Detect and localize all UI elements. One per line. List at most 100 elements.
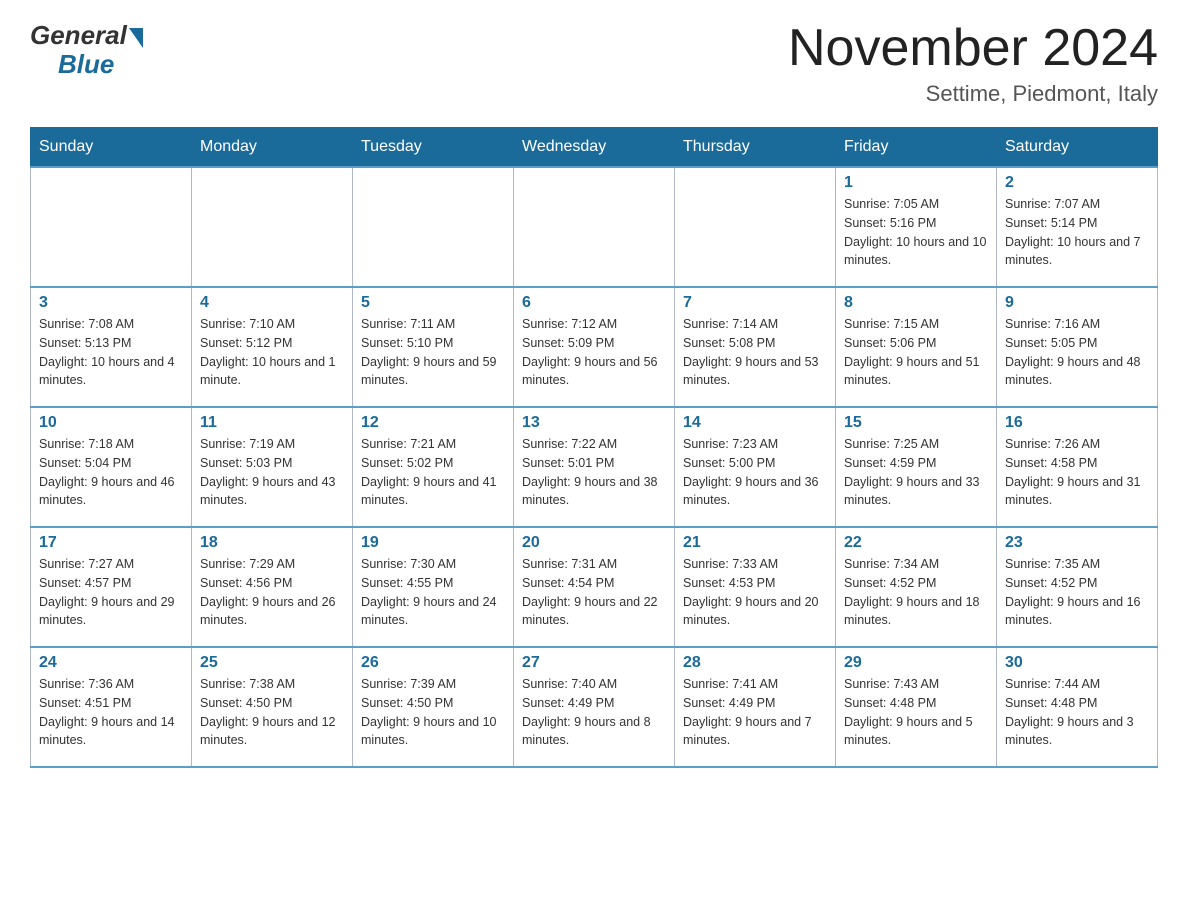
- day-number: 29: [844, 654, 988, 672]
- day-number: 1: [844, 174, 988, 192]
- day-info: Sunrise: 7:21 AM Sunset: 5:02 PM Dayligh…: [361, 435, 505, 510]
- day-info: Sunrise: 7:16 AM Sunset: 5:05 PM Dayligh…: [1005, 315, 1149, 390]
- day-info: Sunrise: 7:23 AM Sunset: 5:00 PM Dayligh…: [683, 435, 827, 510]
- day-number: 20: [522, 534, 666, 552]
- day-info: Sunrise: 7:27 AM Sunset: 4:57 PM Dayligh…: [39, 555, 183, 630]
- day-info: Sunrise: 7:35 AM Sunset: 4:52 PM Dayligh…: [1005, 555, 1149, 630]
- logo-general-text: General: [30, 20, 127, 51]
- calendar-cell: 2 Sunrise: 7:07 AM Sunset: 5:14 PM Daylig…: [997, 167, 1158, 287]
- calendar-cell: 14 Sunrise: 7:23 AM Sunset: 5:00 PM Dayli…: [675, 407, 836, 527]
- calendar-cell: [192, 167, 353, 287]
- day-number: 27: [522, 654, 666, 672]
- calendar-cell: 6 Sunrise: 7:12 AM Sunset: 5:09 PM Daylig…: [514, 287, 675, 407]
- calendar-cell: 15 Sunrise: 7:25 AM Sunset: 4:59 PM Dayli…: [836, 407, 997, 527]
- day-number: 23: [1005, 534, 1149, 552]
- calendar-cell: 7 Sunrise: 7:14 AM Sunset: 5:08 PM Daylig…: [675, 287, 836, 407]
- day-number: 15: [844, 414, 988, 432]
- day-info: Sunrise: 7:05 AM Sunset: 5:16 PM Dayligh…: [844, 195, 988, 270]
- day-number: 2: [1005, 174, 1149, 192]
- day-number: 16: [1005, 414, 1149, 432]
- day-number: 21: [683, 534, 827, 552]
- day-info: Sunrise: 7:08 AM Sunset: 5:13 PM Dayligh…: [39, 315, 183, 390]
- day-info: Sunrise: 7:15 AM Sunset: 5:06 PM Dayligh…: [844, 315, 988, 390]
- day-number: 25: [200, 654, 344, 672]
- day-info: Sunrise: 7:38 AM Sunset: 4:50 PM Dayligh…: [200, 675, 344, 750]
- calendar-week-row: 24 Sunrise: 7:36 AM Sunset: 4:51 PM Dayli…: [31, 647, 1158, 767]
- day-number: 17: [39, 534, 183, 552]
- calendar-day-header: Saturday: [997, 128, 1158, 168]
- calendar-week-row: 1 Sunrise: 7:05 AM Sunset: 5:16 PM Daylig…: [31, 167, 1158, 287]
- day-info: Sunrise: 7:22 AM Sunset: 5:01 PM Dayligh…: [522, 435, 666, 510]
- day-number: 3: [39, 294, 183, 312]
- calendar-cell: 3 Sunrise: 7:08 AM Sunset: 5:13 PM Daylig…: [31, 287, 192, 407]
- calendar-week-row: 10Sunrise: 7:18 AM Sunset: 5:04 PM Dayli…: [31, 407, 1158, 527]
- calendar-cell: 10Sunrise: 7:18 AM Sunset: 5:04 PM Dayli…: [31, 407, 192, 527]
- day-number: 28: [683, 654, 827, 672]
- day-info: Sunrise: 7:36 AM Sunset: 4:51 PM Dayligh…: [39, 675, 183, 750]
- calendar-cell: 18 Sunrise: 7:29 AM Sunset: 4:56 PM Dayli…: [192, 527, 353, 647]
- calendar-cell: 27 Sunrise: 7:40 AM Sunset: 4:49 PM Dayli…: [514, 647, 675, 767]
- calendar-cell: [31, 167, 192, 287]
- day-info: Sunrise: 7:12 AM Sunset: 5:09 PM Dayligh…: [522, 315, 666, 390]
- calendar-week-row: 3 Sunrise: 7:08 AM Sunset: 5:13 PM Daylig…: [31, 287, 1158, 407]
- calendar-table: SundayMondayTuesdayWednesdayThursdayFrid…: [30, 127, 1158, 768]
- day-number: 11: [200, 414, 344, 432]
- calendar-cell: 9Sunrise: 7:16 AM Sunset: 5:05 PM Daylig…: [997, 287, 1158, 407]
- logo-blue-text: Blue: [58, 49, 114, 80]
- page-header: General Blue November 2024 Settime, Pied…: [30, 20, 1158, 107]
- calendar-cell: 25 Sunrise: 7:38 AM Sunset: 4:50 PM Dayli…: [192, 647, 353, 767]
- logo-triangle-icon: [129, 28, 143, 48]
- day-info: Sunrise: 7:25 AM Sunset: 4:59 PM Dayligh…: [844, 435, 988, 510]
- day-info: Sunrise: 7:31 AM Sunset: 4:54 PM Dayligh…: [522, 555, 666, 630]
- day-number: 12: [361, 414, 505, 432]
- day-number: 8: [844, 294, 988, 312]
- day-number: 26: [361, 654, 505, 672]
- day-info: Sunrise: 7:18 AM Sunset: 5:04 PM Dayligh…: [39, 435, 183, 510]
- calendar-cell: 11 Sunrise: 7:19 AM Sunset: 5:03 PM Dayli…: [192, 407, 353, 527]
- day-number: 24: [39, 654, 183, 672]
- day-info: Sunrise: 7:40 AM Sunset: 4:49 PM Dayligh…: [522, 675, 666, 750]
- calendar-day-header: Sunday: [31, 128, 192, 168]
- day-info: Sunrise: 7:30 AM Sunset: 4:55 PM Dayligh…: [361, 555, 505, 630]
- day-info: Sunrise: 7:14 AM Sunset: 5:08 PM Dayligh…: [683, 315, 827, 390]
- day-info: Sunrise: 7:07 AM Sunset: 5:14 PM Dayligh…: [1005, 195, 1149, 270]
- calendar-title: November 2024: [788, 20, 1158, 77]
- day-number: 19: [361, 534, 505, 552]
- title-section: November 2024 Settime, Piedmont, Italy: [788, 20, 1158, 107]
- calendar-header-row: SundayMondayTuesdayWednesdayThursdayFrid…: [31, 128, 1158, 168]
- day-info: Sunrise: 7:26 AM Sunset: 4:58 PM Dayligh…: [1005, 435, 1149, 510]
- day-info: Sunrise: 7:33 AM Sunset: 4:53 PM Dayligh…: [683, 555, 827, 630]
- calendar-cell: 24 Sunrise: 7:36 AM Sunset: 4:51 PM Dayli…: [31, 647, 192, 767]
- calendar-cell: 21 Sunrise: 7:33 AM Sunset: 4:53 PM Dayli…: [675, 527, 836, 647]
- day-info: Sunrise: 7:34 AM Sunset: 4:52 PM Dayligh…: [844, 555, 988, 630]
- day-info: Sunrise: 7:44 AM Sunset: 4:48 PM Dayligh…: [1005, 675, 1149, 750]
- calendar-day-header: Wednesday: [514, 128, 675, 168]
- day-number: 18: [200, 534, 344, 552]
- day-number: 7: [683, 294, 827, 312]
- calendar-cell: 16 Sunrise: 7:26 AM Sunset: 4:58 PM Dayli…: [997, 407, 1158, 527]
- day-info: Sunrise: 7:19 AM Sunset: 5:03 PM Dayligh…: [200, 435, 344, 510]
- calendar-cell: 4 Sunrise: 7:10 AM Sunset: 5:12 PM Daylig…: [192, 287, 353, 407]
- calendar-cell: 30 Sunrise: 7:44 AM Sunset: 4:48 PM Dayli…: [997, 647, 1158, 767]
- day-number: 30: [1005, 654, 1149, 672]
- calendar-cell: [353, 167, 514, 287]
- calendar-day-header: Monday: [192, 128, 353, 168]
- day-number: 4: [200, 294, 344, 312]
- day-number: 14: [683, 414, 827, 432]
- day-info: Sunrise: 7:10 AM Sunset: 5:12 PM Dayligh…: [200, 315, 344, 390]
- calendar-cell: 17 Sunrise: 7:27 AM Sunset: 4:57 PM Dayli…: [31, 527, 192, 647]
- calendar-cell: 13Sunrise: 7:22 AM Sunset: 5:01 PM Dayli…: [514, 407, 675, 527]
- calendar-cell: 29Sunrise: 7:43 AM Sunset: 4:48 PM Dayli…: [836, 647, 997, 767]
- calendar-day-header: Thursday: [675, 128, 836, 168]
- calendar-cell: [514, 167, 675, 287]
- day-number: 22: [844, 534, 988, 552]
- calendar-week-row: 17 Sunrise: 7:27 AM Sunset: 4:57 PM Dayli…: [31, 527, 1158, 647]
- calendar-cell: 19 Sunrise: 7:30 AM Sunset: 4:55 PM Dayli…: [353, 527, 514, 647]
- calendar-cell: 26Sunrise: 7:39 AM Sunset: 4:50 PM Dayli…: [353, 647, 514, 767]
- day-info: Sunrise: 7:41 AM Sunset: 4:49 PM Dayligh…: [683, 675, 827, 750]
- day-number: 6: [522, 294, 666, 312]
- day-number: 5: [361, 294, 505, 312]
- logo: General Blue: [30, 20, 143, 80]
- day-info: Sunrise: 7:29 AM Sunset: 4:56 PM Dayligh…: [200, 555, 344, 630]
- calendar-day-header: Tuesday: [353, 128, 514, 168]
